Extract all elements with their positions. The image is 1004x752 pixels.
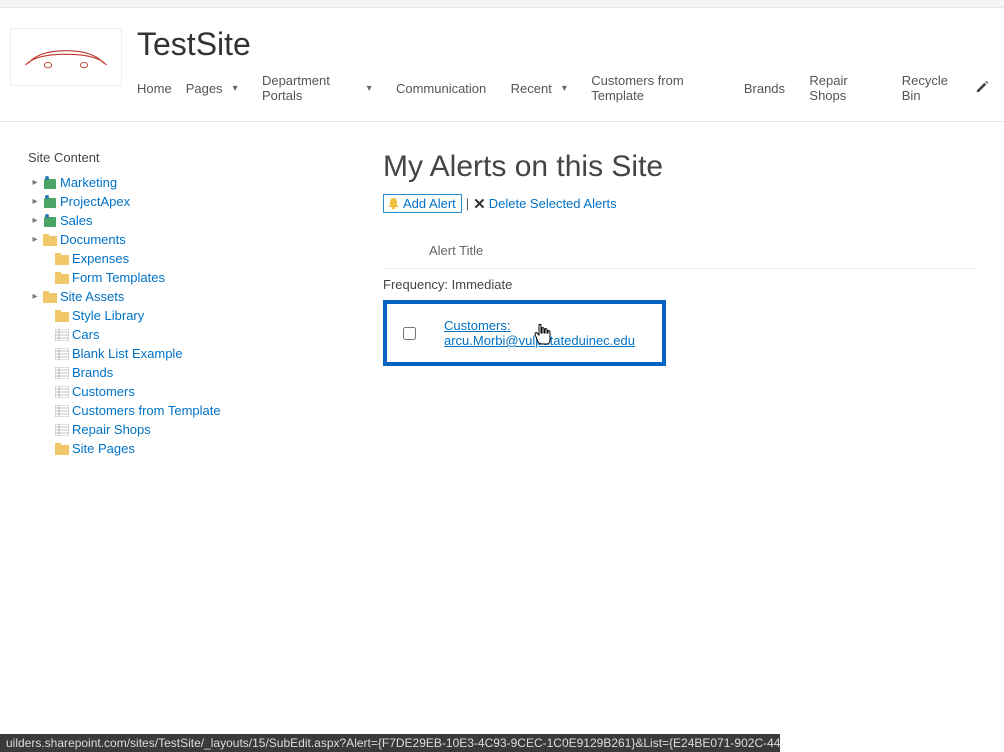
- nav-repair-shops[interactable]: Repair Shops: [809, 69, 891, 107]
- list-icon: [54, 385, 70, 399]
- tree-label[interactable]: Cars: [72, 327, 99, 342]
- nav-recent[interactable]: Recent ▾: [511, 77, 581, 100]
- tree-item-cars[interactable]: Cars: [42, 325, 273, 344]
- alert-link[interactable]: Customers: arcu.Morbi@vulputateduinec.ed…: [444, 318, 656, 348]
- frequency-group-header: Frequency: Immediate: [383, 277, 974, 296]
- nav-recycle-bin[interactable]: Recycle Bin: [902, 69, 975, 107]
- library-icon: [54, 442, 70, 456]
- subsite-icon: [42, 195, 58, 209]
- alert-row[interactable]: Customers: arcu.Morbi@vulputateduinec.ed…: [383, 300, 666, 366]
- list-icon: [54, 423, 70, 437]
- library-icon: [42, 233, 58, 247]
- tree-label[interactable]: Customers: [72, 384, 135, 399]
- nav-brands[interactable]: Brands: [744, 77, 799, 100]
- library-icon: [42, 290, 58, 304]
- expand-icon[interactable]: ▸: [30, 291, 40, 302]
- nav-department-portals[interactable]: Department Portals ▾: [262, 69, 386, 107]
- content-area: Site Content ▸ Marketing ▸ ProjectApex ▸…: [0, 122, 1004, 458]
- subsite-icon: [42, 176, 58, 190]
- alert-row-checkbox[interactable]: [403, 327, 416, 340]
- tree-item-site-assets[interactable]: ▸ Site Assets: [30, 287, 273, 306]
- add-alert-button[interactable]: Add Alert: [383, 194, 462, 213]
- tree-label[interactable]: Repair Shops: [72, 422, 151, 437]
- tree-label[interactable]: Brands: [72, 365, 113, 380]
- chevron-down-icon: ▾: [562, 83, 567, 94]
- expand-icon[interactable]: ▸: [30, 196, 40, 207]
- tree-label[interactable]: Blank List Example: [72, 346, 183, 361]
- nav-pages-label: Pages: [186, 81, 223, 96]
- tree-item-sales[interactable]: ▸ Sales: [30, 211, 273, 230]
- action-bar: Add Alert | ✕ Delete Selected Alerts: [383, 194, 974, 213]
- tree-label[interactable]: Expenses: [72, 251, 129, 266]
- tree-item-marketing[interactable]: ▸ Marketing: [30, 173, 273, 192]
- header-right: TestSite Home Pages ▾ Department Portals…: [137, 28, 994, 107]
- chevron-down-icon: ▾: [233, 83, 238, 94]
- add-alert-label: Add Alert: [403, 196, 456, 211]
- nav-home[interactable]: Home: [137, 77, 186, 100]
- tree-label[interactable]: Site Assets: [60, 289, 124, 304]
- status-bar: uilders.sharepoint.com/sites/TestSite/_l…: [0, 734, 780, 752]
- alerts-table: Alert Title Frequency: Immediate Custome…: [383, 233, 974, 366]
- tree-label[interactable]: Marketing: [60, 175, 117, 190]
- tree-label[interactable]: Form Templates: [72, 270, 165, 285]
- delete-selected-label: Delete Selected Alerts: [489, 196, 617, 211]
- alert-title-column-header: Alert Title: [429, 243, 968, 258]
- top-ribbon: [0, 0, 1004, 8]
- tree-item-blank-list[interactable]: Blank List Example: [42, 344, 273, 363]
- tree-item-customers-template[interactable]: Customers from Template: [42, 401, 273, 420]
- subsite-icon: [42, 214, 58, 228]
- site-content-tree: ▸ Marketing ▸ ProjectApex ▸ Sales ▸ Docu…: [28, 173, 273, 458]
- library-icon: [54, 252, 70, 266]
- list-icon: [54, 328, 70, 342]
- nav-pages[interactable]: Pages ▾: [186, 77, 252, 100]
- tree-item-site-pages[interactable]: Site Pages: [42, 439, 273, 458]
- nav-recent-label: Recent: [511, 81, 552, 96]
- list-icon: [54, 366, 70, 380]
- top-navigation: Home Pages ▾ Department Portals ▾ Commun…: [137, 69, 994, 107]
- tree-label[interactable]: Style Library: [72, 308, 144, 323]
- edit-links-icon[interactable]: [975, 79, 994, 98]
- site-content-heading: Site Content: [28, 150, 273, 165]
- tree-label[interactable]: ProjectApex: [60, 194, 130, 209]
- tree-label[interactable]: Site Pages: [72, 441, 135, 456]
- table-header-row: Alert Title: [383, 233, 974, 269]
- site-logo[interactable]: [10, 28, 122, 86]
- delete-selected-alerts-button[interactable]: ✕ Delete Selected Alerts: [473, 195, 616, 213]
- expand-icon[interactable]: ▸: [30, 234, 40, 245]
- expand-icon[interactable]: ▸: [30, 177, 40, 188]
- nav-customers-template[interactable]: Customers from Template: [591, 69, 733, 107]
- tree-label[interactable]: Sales: [60, 213, 93, 228]
- expand-icon[interactable]: ▸: [30, 215, 40, 226]
- alert-icon: [387, 197, 400, 210]
- checkbox-column-header: [389, 243, 429, 258]
- tree-item-brands[interactable]: Brands: [42, 363, 273, 382]
- nav-communication[interactable]: Communication: [396, 77, 500, 100]
- separator: |: [466, 196, 469, 211]
- tree-item-form-templates[interactable]: Form Templates: [42, 268, 273, 287]
- site-title[interactable]: TestSite: [137, 26, 994, 63]
- site-header: TestSite Home Pages ▾ Department Portals…: [0, 8, 1004, 115]
- chevron-down-icon: ▾: [367, 83, 372, 94]
- tree-item-expenses[interactable]: Expenses: [42, 249, 273, 268]
- left-panel: Site Content ▸ Marketing ▸ ProjectApex ▸…: [28, 150, 288, 458]
- nav-department-portals-label: Department Portals: [262, 73, 357, 103]
- car-logo-icon: [21, 43, 111, 71]
- tree-label[interactable]: Customers from Template: [72, 403, 221, 418]
- tree-item-repair-shops[interactable]: Repair Shops: [42, 420, 273, 439]
- x-icon: ✕: [473, 195, 486, 213]
- tree-item-projectapex[interactable]: ▸ ProjectApex: [30, 192, 273, 211]
- tree-item-customers[interactable]: Customers: [42, 382, 273, 401]
- tree-item-style-library[interactable]: Style Library: [42, 306, 273, 325]
- page-title: My Alerts on this Site: [383, 150, 974, 184]
- tree-label[interactable]: Documents: [60, 232, 126, 247]
- list-icon: [54, 347, 70, 361]
- tree-item-documents[interactable]: ▸ Documents: [30, 230, 273, 249]
- list-icon: [54, 404, 70, 418]
- library-icon: [54, 309, 70, 323]
- main-panel: My Alerts on this Site Add Alert | ✕ Del…: [288, 150, 1004, 458]
- library-icon: [54, 271, 70, 285]
